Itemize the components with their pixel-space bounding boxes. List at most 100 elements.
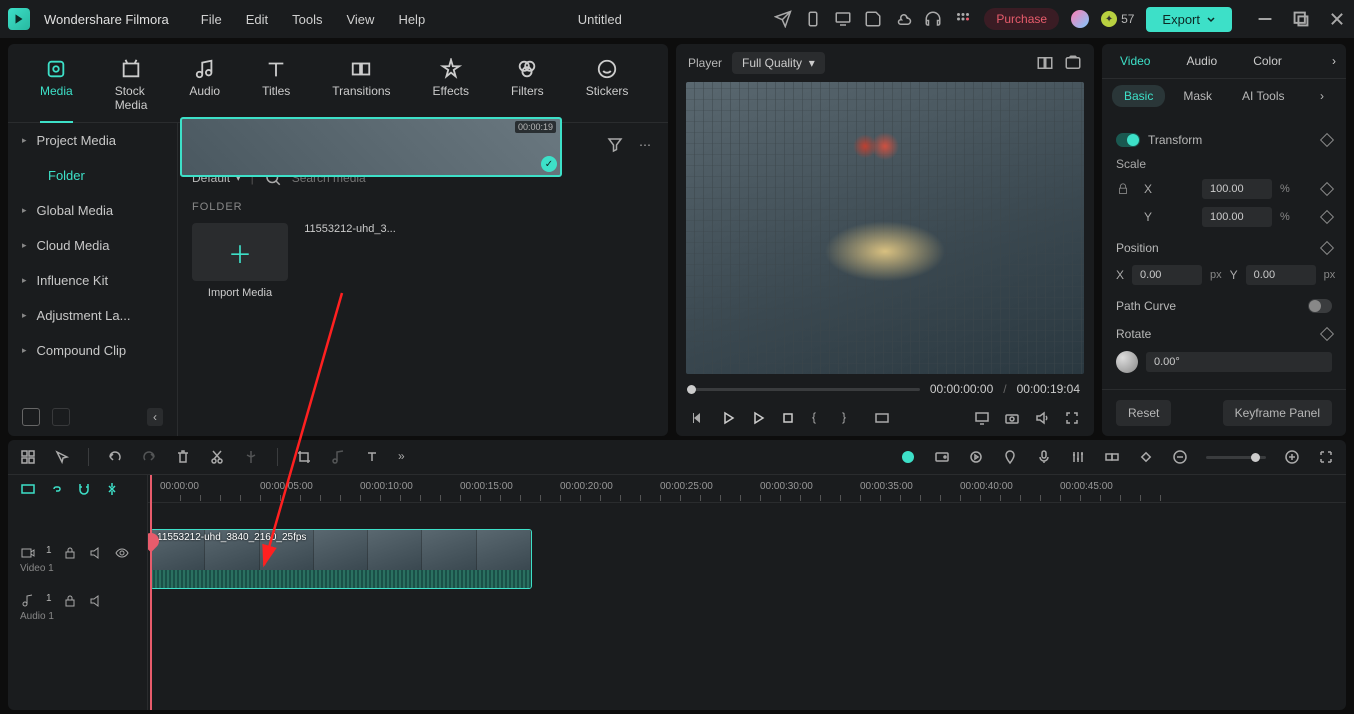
tab-effects[interactable]: Effects (433, 52, 469, 122)
aspect-icon[interactable] (874, 410, 890, 426)
sidebar-item-global-media[interactable]: ▸Global Media (8, 193, 177, 228)
video-track-header[interactable]: 1 Video 1 (8, 535, 147, 583)
compare-icon[interactable] (1036, 54, 1054, 72)
render-icon[interactable] (968, 449, 984, 465)
media-clip-tile[interactable]: 00:00:19 ✓ 11553212-uhd_3... (302, 223, 398, 299)
next-frame-icon[interactable] (750, 410, 766, 426)
user-avatar[interactable] (1071, 10, 1089, 28)
preview-viewport[interactable] (686, 82, 1084, 374)
snapshot-icon[interactable] (1064, 54, 1082, 72)
track-link-icon[interactable] (48, 481, 64, 497)
split-icon[interactable] (243, 449, 259, 465)
more-icon[interactable]: ⋯ (636, 136, 654, 154)
prop-tabs-more-icon[interactable]: › (1322, 44, 1346, 78)
new-bin-icon[interactable] (52, 408, 70, 426)
scale-y-input[interactable] (1202, 207, 1272, 227)
track-snap-icon[interactable] (104, 481, 120, 497)
sidebar-item-cloud-media[interactable]: ▸Cloud Media (8, 228, 177, 263)
prop-sub-mask[interactable]: Mask (1171, 85, 1224, 107)
sidebar-item-project-media[interactable]: ▸Project Media (8, 123, 177, 158)
prop-tab-video[interactable]: Video (1102, 44, 1168, 78)
prop-tab-color[interactable]: Color (1235, 44, 1300, 78)
cloud-icon[interactable] (894, 10, 912, 28)
maximize-icon[interactable] (1292, 10, 1310, 28)
tab-stickers[interactable]: Stickers (586, 52, 629, 122)
mixer-icon[interactable] (1070, 449, 1086, 465)
prop-sub-basic[interactable]: Basic (1112, 85, 1165, 107)
play-icon[interactable] (720, 410, 736, 426)
tl-layout-icon[interactable] (20, 449, 36, 465)
desktop-icon[interactable] (834, 10, 852, 28)
phone-icon[interactable] (804, 10, 822, 28)
purchase-button[interactable]: Purchase (984, 8, 1059, 30)
preview-scrubber[interactable] (690, 388, 920, 391)
transform-keyframe-icon[interactable] (1320, 133, 1334, 147)
minimize-icon[interactable] (1256, 10, 1274, 28)
pos-x-input[interactable] (1132, 265, 1202, 285)
headphones-icon[interactable] (924, 10, 942, 28)
filter-icon[interactable] (606, 136, 624, 154)
tab-filters[interactable]: Filters (511, 52, 544, 122)
keyframe-panel-button[interactable]: Keyframe Panel (1223, 400, 1332, 426)
text-icon[interactable] (364, 449, 380, 465)
prop-sub-ai[interactable]: AI Tools (1230, 85, 1296, 107)
export-button[interactable]: Export (1146, 7, 1232, 32)
redo-icon[interactable] (141, 449, 157, 465)
close-icon[interactable] (1328, 10, 1346, 28)
prop-sub-more-icon[interactable]: › (1308, 85, 1336, 107)
keyframe-icon[interactable] (1138, 449, 1154, 465)
position-keyframe-icon[interactable] (1320, 241, 1334, 255)
lock-icon[interactable] (62, 545, 78, 561)
mute-icon[interactable] (88, 545, 104, 561)
audio-track-header[interactable]: 1 Audio 1 (8, 583, 147, 631)
menu-file[interactable]: File (201, 12, 222, 27)
camera-icon[interactable] (1004, 410, 1020, 426)
delete-icon[interactable] (175, 449, 191, 465)
prev-frame-icon[interactable] (690, 410, 706, 426)
coin-count[interactable]: ✦57 (1101, 11, 1134, 27)
tab-audio[interactable]: Audio (189, 52, 220, 122)
eye-icon[interactable] (114, 545, 130, 561)
sidebar-item-folder[interactable]: Folder (8, 158, 177, 193)
lock-icon[interactable] (62, 593, 78, 609)
volume-icon[interactable] (1034, 410, 1050, 426)
mark-out-icon[interactable]: } (842, 410, 858, 426)
path-curve-toggle[interactable] (1308, 299, 1332, 313)
undo-icon[interactable] (107, 449, 123, 465)
speed-icon[interactable] (934, 449, 950, 465)
send-icon[interactable] (774, 10, 792, 28)
collapse-sidebar-icon[interactable]: ‹ (147, 408, 163, 426)
menu-tools[interactable]: Tools (292, 12, 322, 27)
tab-media[interactable]: Media (40, 52, 73, 122)
save-icon[interactable] (864, 10, 882, 28)
fullscreen-icon[interactable] (1064, 410, 1080, 426)
zoom-in-icon[interactable] (1284, 449, 1300, 465)
transform-toggle[interactable] (1116, 133, 1140, 147)
scale-x-input[interactable] (1202, 179, 1272, 199)
tab-transitions[interactable]: Transitions (332, 52, 390, 122)
reset-button[interactable]: Reset (1116, 400, 1171, 426)
ai-icon[interactable] (900, 449, 916, 465)
playhead[interactable] (150, 475, 152, 710)
apps-icon[interactable] (954, 10, 972, 28)
mark-in-icon[interactable]: { (812, 410, 828, 426)
sidebar-item-compound-clip[interactable]: ▸Compound Clip (8, 333, 177, 368)
track-add-icon[interactable] (20, 481, 36, 497)
music-icon[interactable] (330, 449, 346, 465)
import-media-tile[interactable]: ＋ Import Media (192, 223, 288, 299)
prop-tab-audio[interactable]: Audio (1168, 44, 1235, 78)
tab-stock-media[interactable]: Stock Media (115, 52, 148, 122)
tab-titles[interactable]: Titles (262, 52, 290, 122)
menu-edit[interactable]: Edit (246, 12, 268, 27)
marker-icon[interactable] (1002, 449, 1018, 465)
tl-more-icon[interactable]: » (398, 449, 414, 465)
fit-icon[interactable] (1318, 449, 1334, 465)
tl-cursor-icon[interactable] (54, 449, 70, 465)
new-folder-icon[interactable] (22, 408, 40, 426)
sidebar-item-adjustment-layer[interactable]: ▸Adjustment La... (8, 298, 177, 333)
mic-icon[interactable] (1036, 449, 1052, 465)
menu-help[interactable]: Help (398, 12, 425, 27)
stop-icon[interactable] (780, 410, 796, 426)
rotate-dial[interactable] (1116, 351, 1138, 373)
cut-icon[interactable] (209, 449, 225, 465)
